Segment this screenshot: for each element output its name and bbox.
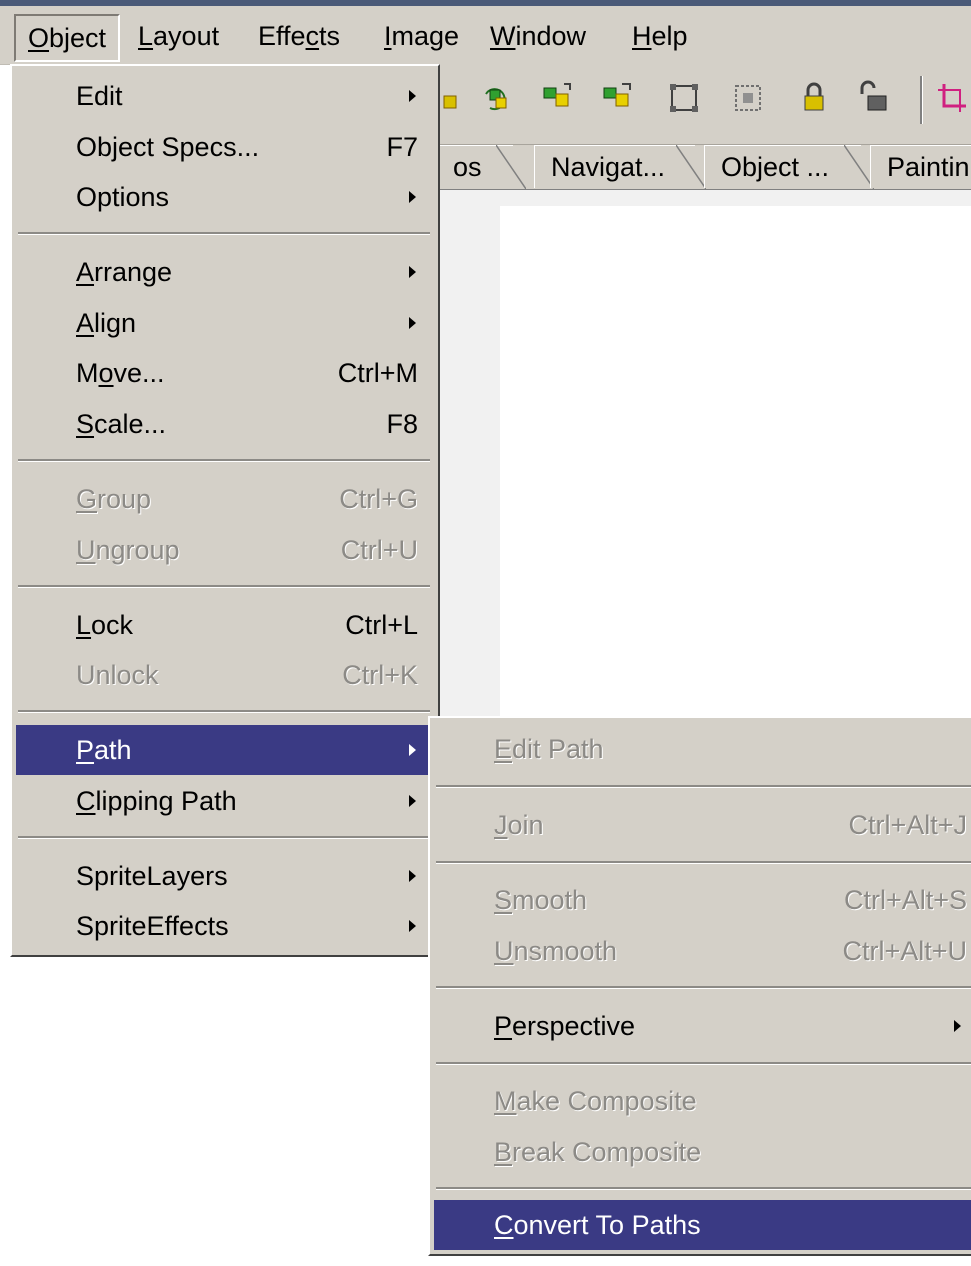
- menu-item-move[interactable]: Move... Ctrl+M: [16, 348, 432, 398]
- panel-tabbar: os Navigat... Object ... Paintin: [436, 145, 971, 190]
- menu-separator: [18, 710, 430, 713]
- menu-item-edit[interactable]: Edit: [16, 71, 432, 121]
- menu-layout[interactable]: Layout: [126, 14, 231, 58]
- menu-separator: [436, 861, 971, 864]
- toolbar: [440, 64, 971, 145]
- menu-help[interactable]: Help: [620, 14, 700, 58]
- menu-image[interactable]: Image: [372, 14, 471, 58]
- lock-icon[interactable]: [796, 80, 832, 116]
- toolbar-separator: [920, 76, 923, 124]
- menu-item-path[interactable]: Path: [16, 725, 438, 775]
- menu-effects[interactable]: Effects: [246, 14, 352, 58]
- menu-separator: [18, 232, 430, 235]
- menu-item-smooth[interactable]: Smooth Ctrl+Alt+S: [434, 875, 971, 925]
- menu-item-unlock[interactable]: Unlock Ctrl+K: [16, 650, 432, 700]
- menu-separator: [18, 459, 430, 462]
- grid-select-icon[interactable]: [666, 80, 702, 116]
- menu-item-spriteeffects[interactable]: SpriteEffects: [16, 901, 432, 951]
- menu-item-make-composite[interactable]: Make Composite: [434, 1076, 971, 1126]
- menu-item-arrange[interactable]: Arrange: [16, 247, 432, 297]
- menu-separator: [18, 836, 430, 839]
- unlock-icon[interactable]: [856, 80, 892, 116]
- menu-separator: [436, 1062, 971, 1065]
- grid-deselect-icon[interactable]: [730, 80, 766, 116]
- menu-separator: [436, 1187, 971, 1190]
- menu-item-join[interactable]: Join Ctrl+Alt+J: [434, 800, 971, 850]
- menu-object[interactable]: Object: [14, 14, 121, 62]
- tab-edge: [496, 145, 526, 189]
- canvas-page[interactable]: [500, 206, 971, 720]
- object-menu: Edit Object Specs... F7 Options Arrange …: [10, 64, 440, 957]
- tab-object[interactable]: Object ...: [704, 145, 861, 188]
- menu-item-object-specs[interactable]: Object Specs... F7: [16, 122, 432, 172]
- menu-item-unsmooth[interactable]: Unsmooth Ctrl+Alt+U: [434, 926, 971, 976]
- submenu-arrow-icon: [409, 317, 416, 329]
- submenu-arrow-icon: [954, 1020, 961, 1032]
- submenu-arrow-icon: [409, 266, 416, 278]
- menu-item-break-composite[interactable]: Break Composite: [434, 1127, 971, 1177]
- path-submenu: Edit Path Join Ctrl+Alt+J Smooth Ctrl+Al…: [428, 716, 971, 1256]
- menu-item-scale[interactable]: Scale... F8: [16, 399, 432, 449]
- submenu-arrow-icon: [409, 870, 416, 882]
- distribute-objects-icon[interactable]: [600, 80, 636, 116]
- group-arrange-icon[interactable]: [440, 80, 476, 116]
- menu-item-clipping-path[interactable]: Clipping Path: [16, 776, 432, 826]
- menu-item-convert-to-paths[interactable]: Convert To Paths: [434, 1200, 971, 1250]
- tab-painting[interactable]: Paintin: [870, 145, 971, 188]
- tab-edge: [676, 145, 706, 189]
- crop-icon[interactable]: [934, 80, 970, 116]
- menu-separator: [436, 986, 971, 989]
- submenu-arrow-icon: [409, 90, 416, 102]
- canvas-area[interactable]: [440, 190, 971, 720]
- menu-item-ungroup[interactable]: Ungroup Ctrl+U: [16, 525, 432, 575]
- menu-item-align[interactable]: Align: [16, 298, 432, 348]
- submenu-arrow-icon: [409, 744, 416, 756]
- menu-separator: [18, 585, 430, 588]
- rotate-object-icon[interactable]: [478, 80, 514, 116]
- submenu-arrow-icon: [409, 920, 416, 932]
- menu-item-edit-path[interactable]: Edit Path: [434, 724, 971, 774]
- align-objects-icon[interactable]: [540, 80, 576, 116]
- submenu-arrow-icon: [409, 191, 416, 203]
- menu-item-lock[interactable]: Lock Ctrl+L: [16, 600, 432, 650]
- menubar: Object Layout Effects Image Window Help: [0, 6, 971, 65]
- menu-item-group[interactable]: Group Ctrl+G: [16, 474, 432, 524]
- menu-window[interactable]: Window: [478, 14, 598, 58]
- menu-separator: [436, 785, 971, 788]
- menu-item-options[interactable]: Options: [16, 172, 432, 222]
- tab-navigator[interactable]: Navigat...: [534, 145, 695, 188]
- menu-item-perspective[interactable]: Perspective: [434, 1001, 971, 1051]
- menu-item-spritelayers[interactable]: SpriteLayers: [16, 851, 432, 901]
- submenu-arrow-icon: [409, 795, 416, 807]
